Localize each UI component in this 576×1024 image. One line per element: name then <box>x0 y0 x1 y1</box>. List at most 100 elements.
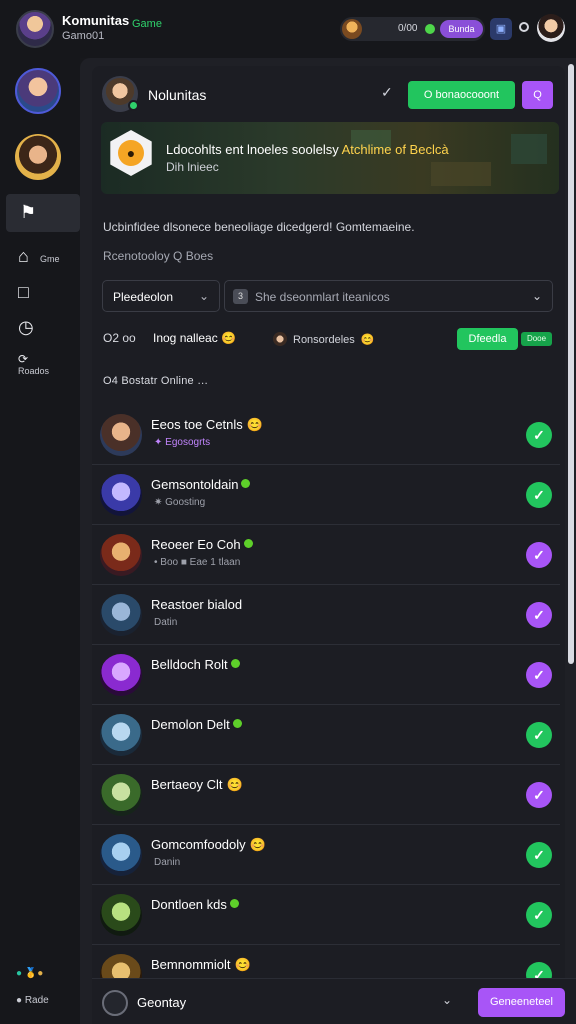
friend-avatar[interactable] <box>100 774 142 816</box>
friend-avatar[interactable] <box>100 834 142 876</box>
list-item[interactable]: Dontloen kds ✓ <box>92 885 560 945</box>
top-status-pill[interactable]: 0/00 Bunda <box>340 17 485 41</box>
chevron-down-icon[interactable]: ⌄ <box>442 993 452 1007</box>
friend-avatar[interactable] <box>100 534 142 576</box>
check-circle-icon[interactable]: ✓ <box>526 602 552 628</box>
server-avatar-2[interactable] <box>15 134 61 180</box>
green-pill-button[interactable]: Dfeedla <box>457 328 518 350</box>
smile-icon: 😊 <box>249 837 266 852</box>
smile-icon: 😊 <box>246 417 263 432</box>
list-item[interactable]: Reastoer bialod Datin ✓ <box>92 585 560 645</box>
rail-footer-item[interactable]: ● Rade <box>16 995 49 1006</box>
rail-item-label: Gme <box>40 254 60 264</box>
footer-action-button[interactable]: Geneeneteel <box>478 988 565 1017</box>
filter-select-1-value: Pleedeolon <box>113 290 174 304</box>
banner-subtitle: Dih lnieec <box>166 160 219 174</box>
medal-icon: 🥇● <box>24 968 44 979</box>
banner-art <box>431 162 491 186</box>
footer-text: Geontay <box>137 995 187 1010</box>
pet-avatar <box>342 19 362 39</box>
friend-name-text: Dontloen kds <box>151 897 227 912</box>
refresh-icon: ⟳ <box>18 352 29 366</box>
tab-avatar <box>273 332 287 346</box>
list-item[interactable]: Demolon Delt ✓ <box>92 705 560 765</box>
clock-icon: ◷ <box>18 317 34 337</box>
friend-name: Demolon Delt <box>151 717 242 732</box>
teal-dot-icon: ● <box>16 968 23 979</box>
friend-status: • Boo ■ Eae 1 tlaan <box>154 557 241 568</box>
rail-footer-status[interactable]: ● 🥇● <box>16 968 43 979</box>
banner-art <box>511 134 547 164</box>
check-circle-icon[interactable]: ✓ <box>526 722 552 748</box>
list-item[interactable]: Gomcomfoodoly 😊 Danin ✓ <box>92 825 560 885</box>
square-icon: □ <box>18 282 29 302</box>
score-text: 0/00 <box>398 23 418 34</box>
friend-avatar[interactable] <box>100 714 142 756</box>
friend-avatar[interactable] <box>100 894 142 936</box>
banner-title-text: Ldocohlts ent lnoeles soolelsy <box>166 142 342 157</box>
check-circle-icon[interactable]: ✓ <box>526 422 552 448</box>
friend-name-text: Demolon Delt <box>151 717 230 732</box>
check-circle-icon[interactable]: ✓ <box>526 842 552 868</box>
status-badge[interactable]: Bunda <box>440 20 483 38</box>
rail-item-square[interactable]: □ <box>18 282 74 303</box>
friend-name: Reastoer bialod <box>151 597 242 612</box>
controller-icon[interactable]: ▣ <box>490 18 512 40</box>
check-circle-icon[interactable]: ✓ <box>526 542 552 568</box>
community-icon: ⚑ <box>20 202 37 222</box>
friend-avatar[interactable] <box>100 414 142 456</box>
user-avatar[interactable] <box>537 14 565 42</box>
tab-label-b-text: Inog nalleac <box>153 331 218 345</box>
check-icon[interactable]: ✓ <box>381 84 393 101</box>
app-tag: Game <box>132 18 162 30</box>
banner-title-highlight: Atchlime of Beclcà <box>341 142 449 157</box>
community-meta: Rcenotooloy Q Boes <box>103 249 214 263</box>
list-item[interactable]: Eeos toe Cetnls 😊 ✦ Egosogrts ✓ <box>92 405 560 465</box>
filter-badge: 3 <box>233 289 248 304</box>
online-dot-icon <box>229 899 239 908</box>
friend-name: Gemsontoldain <box>151 477 251 492</box>
green-tag[interactable]: Dooe <box>521 332 552 346</box>
rail-item-active[interactable]: ⚑ <box>6 194 80 232</box>
footer-circle-icon[interactable] <box>102 990 128 1016</box>
secondary-action-button[interactable]: Q <box>522 81 553 109</box>
filter-select-2[interactable]: 3 She dseonmlart iteanicos ⌄ <box>224 280 553 312</box>
friend-name: Belldoch Rolt <box>151 657 240 672</box>
community-description: Ucbinfidee dlsonece beneoliage dicedgerd… <box>103 220 415 234</box>
chevron-down-icon: ⌄ <box>531 289 542 303</box>
check-circle-icon[interactable]: ✓ <box>526 662 552 688</box>
friend-avatar[interactable] <box>100 594 142 636</box>
online-dot-icon <box>232 719 242 728</box>
friend-name-text: Bertaeoy Clt <box>151 777 223 792</box>
scrollbar[interactable] <box>568 64 574 664</box>
online-dot-icon <box>243 539 253 548</box>
friend-name: Eeos toe Cetnls 😊 <box>151 417 263 433</box>
rail-item-clock[interactable]: ◷ <box>18 317 74 338</box>
list-item[interactable]: Belldoch Rolt ✓ <box>92 645 560 705</box>
list-item[interactable]: Bertaeoy Clt 😊 ✓ <box>92 765 560 825</box>
rail-footer-label: Rade <box>24 995 49 1006</box>
tab-label-b[interactable]: Inog nalleac 😊 <box>153 331 236 345</box>
server-avatar-1[interactable] <box>15 68 61 114</box>
tab-label-c[interactable]: Ronsordeles 😊 <box>293 333 375 346</box>
friend-name: Bemnommiolt 😊 <box>151 957 251 973</box>
rail-item-home[interactable]: ⌂ Gme <box>18 246 74 267</box>
check-circle-icon[interactable]: ✓ <box>526 782 552 808</box>
tab-count[interactable]: O2 oo <box>103 331 136 345</box>
friend-avatar[interactable] <box>100 474 142 516</box>
friend-avatar[interactable] <box>100 654 142 696</box>
friend-name-text: Gemsontoldain <box>151 477 239 492</box>
friend-name: Gomcomfoodoly 😊 <box>151 837 266 853</box>
primary-action-button[interactable]: O bonaocooont <box>408 81 515 109</box>
chevron-down-icon: ⌄ <box>198 289 209 303</box>
game-banner[interactable] <box>101 122 559 194</box>
list-item[interactable]: Gemsontoldain ✷ Goosting ✓ <box>92 465 560 525</box>
check-circle-icon[interactable]: ✓ <box>526 482 552 508</box>
rail-item-refresh[interactable]: ⟳ Roados <box>18 352 74 376</box>
app-avatar[interactable] <box>16 10 54 48</box>
app-subtitle: Gamo01 <box>62 30 105 42</box>
check-circle-icon[interactable]: ✓ <box>526 902 552 928</box>
filter-select-1[interactable]: Pleedeolon ⌄ <box>102 280 220 312</box>
ring-icon[interactable] <box>519 22 529 32</box>
list-item[interactable]: Reoeer Eo Coh • Boo ■ Eae 1 tlaan ✓ <box>92 525 560 585</box>
